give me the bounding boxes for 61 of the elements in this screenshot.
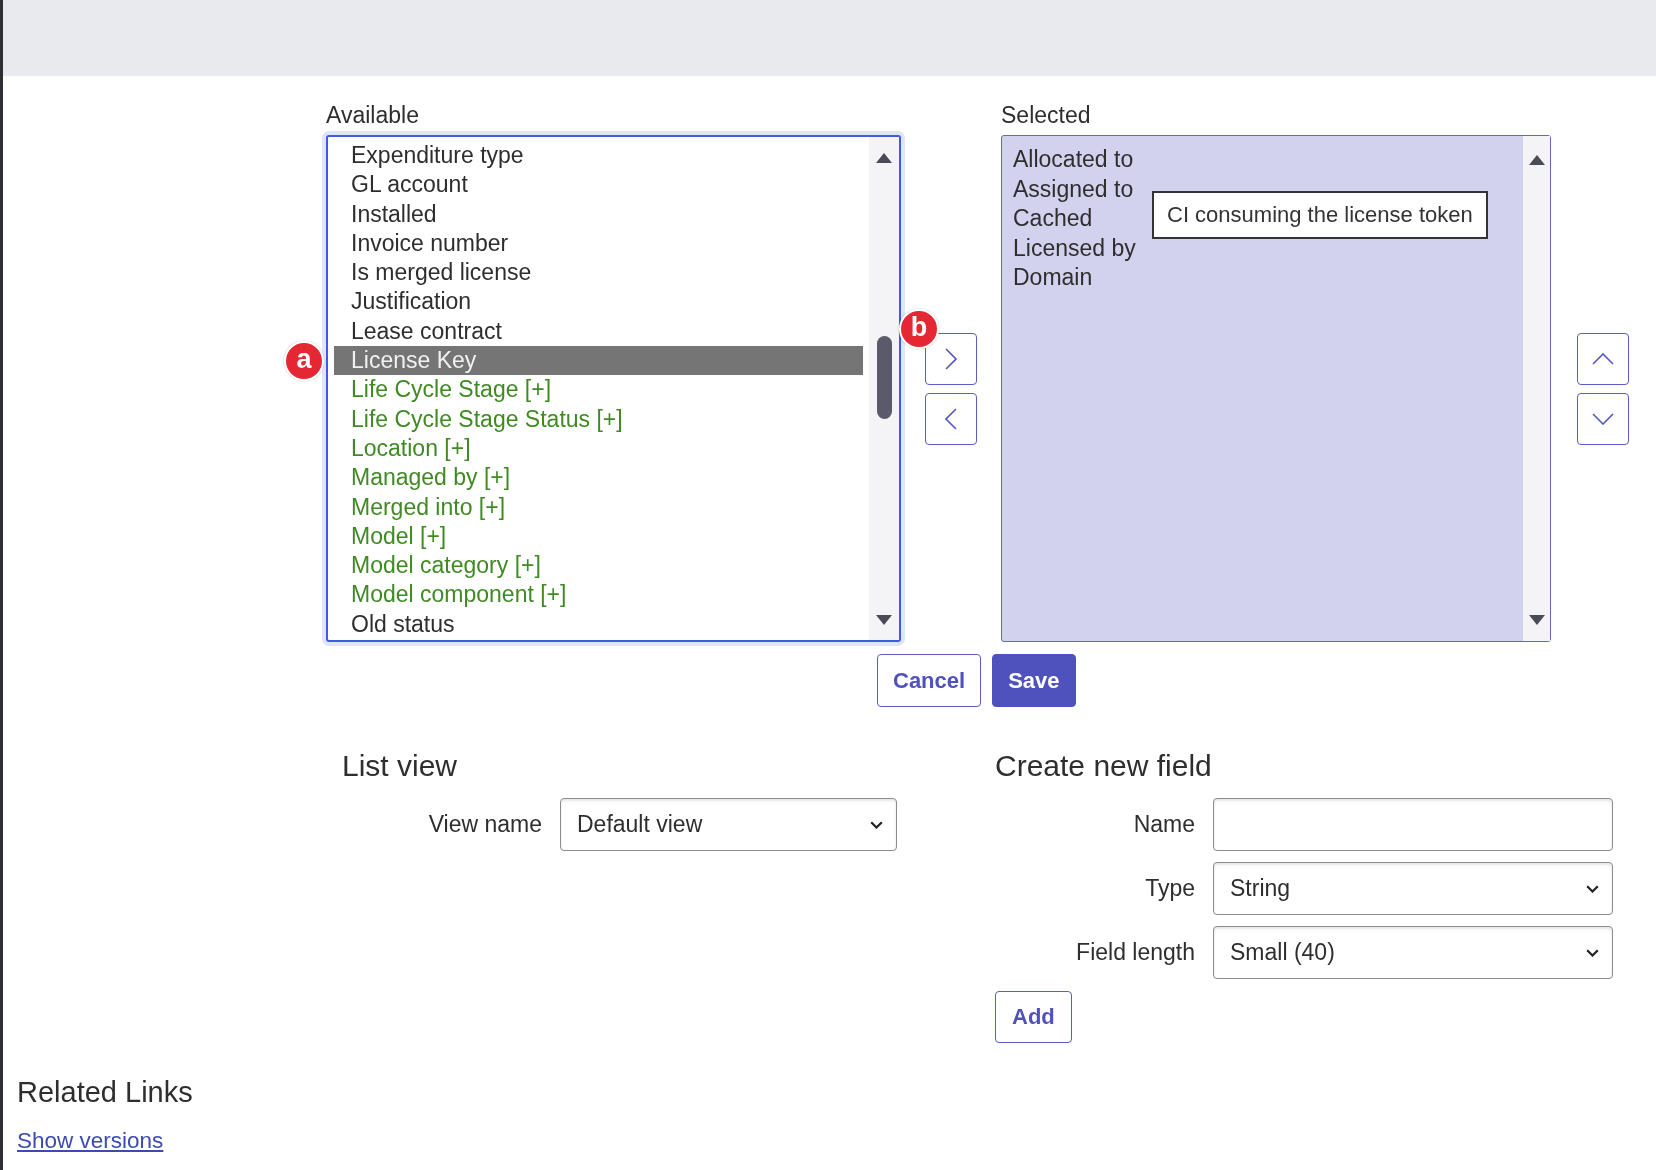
list-option[interactable]: Installed [334,199,863,229]
move-right-button[interactable] [925,332,977,385]
scroll-down-icon[interactable] [876,615,892,625]
action-button[interactable]: Save [992,654,1076,707]
dropdown[interactable]: Small (40) [1213,926,1613,979]
list-option[interactable]: Allocated to [1008,145,1139,175]
list-option[interactable]: Managed by [+] [334,463,863,493]
tooltip: CI consuming the license token [1152,191,1488,239]
chevron-right-icon [945,347,957,370]
list-option[interactable]: Licensed by [1008,233,1141,264]
field-label: Type [1145,875,1195,902]
scrollbar[interactable] [869,137,899,640]
list-option[interactable]: Merged into [+] [334,492,863,522]
section-heading: Related Links [17,1075,193,1110]
scroll-up-icon[interactable] [1528,155,1545,165]
available-label: Available [326,101,420,129]
list-option[interactable]: Invoice number [334,228,863,259]
selected-listbox[interactable]: Allocated to Assigned to Cached Licensed by Domain CI consuming the license token [1001,135,1551,642]
chevron-up-icon [1592,352,1614,365]
list-option[interactable]: Life Cycle Stage [+] [334,375,863,405]
list-option[interactable]: Life Cycle Stage Status [+] [334,404,863,434]
section-heading: List view [342,748,458,784]
chevron-down-icon [870,820,883,829]
action-button[interactable]: Cancel [877,654,982,707]
show-versions-link[interactable]: Show versions [17,1127,164,1155]
add-button[interactable]: Add [995,991,1072,1043]
scrollbar[interactable] [1523,136,1550,641]
selected-label: Selected [1001,101,1092,129]
callout-marker: b [899,308,939,349]
chevron-down-icon [1586,884,1599,893]
scroll-down-icon[interactable] [1528,615,1545,625]
list-option[interactable]: Lease contract [334,316,863,347]
list-option[interactable]: GL account [334,170,863,200]
move-up-button[interactable] [1577,332,1629,385]
chevron-left-icon [945,407,957,430]
list-option[interactable]: Old status [334,609,863,640]
field-label: View name [428,811,542,838]
list-option[interactable]: Model category [+] [334,551,863,581]
move-down-button[interactable] [1577,392,1629,445]
text-input[interactable] [1213,798,1613,851]
list-option[interactable]: Justification [334,287,863,317]
list-option[interactable]: Expenditure type [334,141,863,171]
callout-marker: a [284,341,324,382]
scrollbar-thumb[interactable] [877,336,892,419]
list-option[interactable]: Location [+] [334,433,863,464]
scroll-up-icon[interactable] [876,153,892,163]
move-left-button[interactable] [925,392,977,445]
chevron-down-icon [1592,412,1614,425]
section-heading: Create new field [995,748,1212,784]
list-option[interactable]: Domain [1008,263,1098,293]
list-option[interactable]: License Key [334,346,863,376]
list-option[interactable]: Assigned to [1008,174,1139,205]
list-option[interactable]: Cached [1008,204,1098,234]
list-option[interactable]: Is merged license [334,258,863,288]
list-option[interactable]: Model component [+] [334,580,863,610]
dropdown[interactable]: String [1213,862,1613,915]
field-label: Name [1133,811,1195,838]
chevron-down-icon [1586,948,1599,957]
dropdown[interactable]: Default view [560,798,897,851]
field-label: Field length [1076,939,1195,966]
list-option[interactable]: Model [+] [334,521,863,552]
